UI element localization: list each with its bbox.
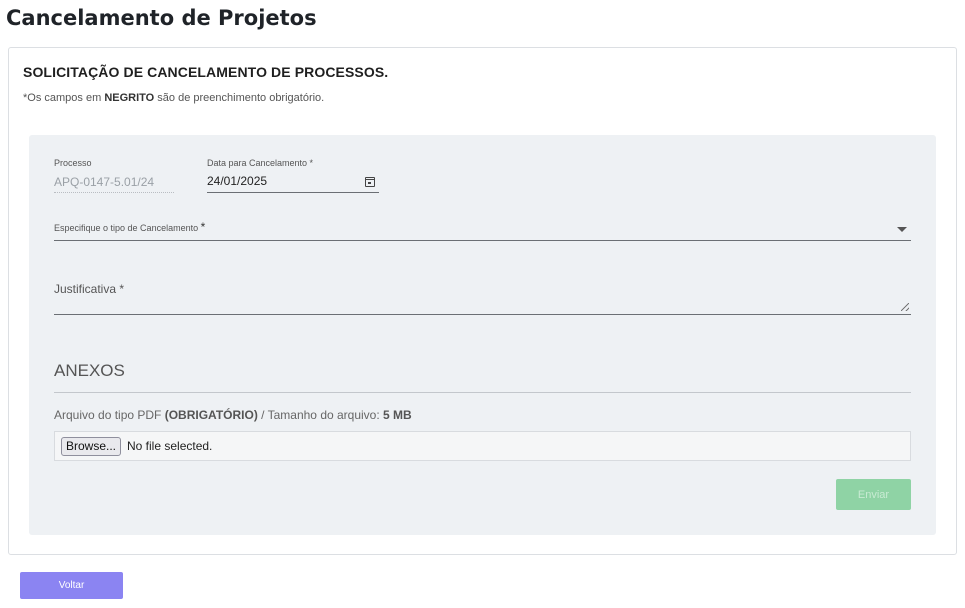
submit-button[interactable]: Enviar [836,479,911,510]
hint-middle: / Tamanho do arquivo: [257,408,384,422]
anexos-hint: Arquivo do tipo PDF (OBRIGATÓRIO) / Tama… [54,408,412,422]
page-title: Cancelamento de Projetos [6,6,317,30]
justification-label: Justificativa * [54,282,125,296]
justification-textarea[interactable]: Justificativa * [54,279,911,315]
hint-bold: (OBRIGATÓRIO) [164,408,258,422]
process-field: APQ-0147-5.01/24 [54,175,174,193]
cancel-type-label-text: Especifique o tipo de Cancelamento [54,223,199,233]
anexos-title: ANEXOS [54,361,911,393]
hint-size: 5 MB [383,408,412,422]
required-asterisk: * [200,220,206,234]
date-label: Data para Cancelamento * [207,158,314,168]
required-fields-note: *Os campos em NEGRITO são de preenchimen… [23,92,324,104]
file-status: No file selected. [127,439,213,453]
calendar-icon[interactable] [365,177,375,187]
cancellation-card: SOLICITAÇÃO DE CANCELAMENTO DE PROCESSOS… [8,47,957,555]
cancel-date-input[interactable]: 24/01/2025 [207,172,379,193]
form-panel: Processo APQ-0147-5.01/24 Data para Canc… [29,135,936,535]
process-label: Processo [54,158,92,168]
file-input[interactable]: Browse... No file selected. [54,431,911,461]
note-suffix: são de preenchimento obrigatório. [154,92,325,104]
hint-prefix: Arquivo do tipo PDF [54,408,165,422]
cancel-type-select[interactable]: Especifique o tipo de Cancelamento * [54,217,911,241]
note-bold: NEGRITO [104,92,155,104]
cancel-type-label: Especifique o tipo de Cancelamento * [54,220,205,234]
card-heading: SOLICITAÇÃO DE CANCELAMENTO DE PROCESSOS… [23,64,389,80]
chevron-down-icon[interactable] [897,227,907,232]
resize-handle-icon[interactable] [901,303,909,311]
back-button[interactable]: Voltar [20,572,123,599]
cancel-date-value: 24/01/2025 [207,174,268,188]
browse-button[interactable]: Browse... [61,437,122,456]
note-prefix: *Os campos em [23,92,105,104]
